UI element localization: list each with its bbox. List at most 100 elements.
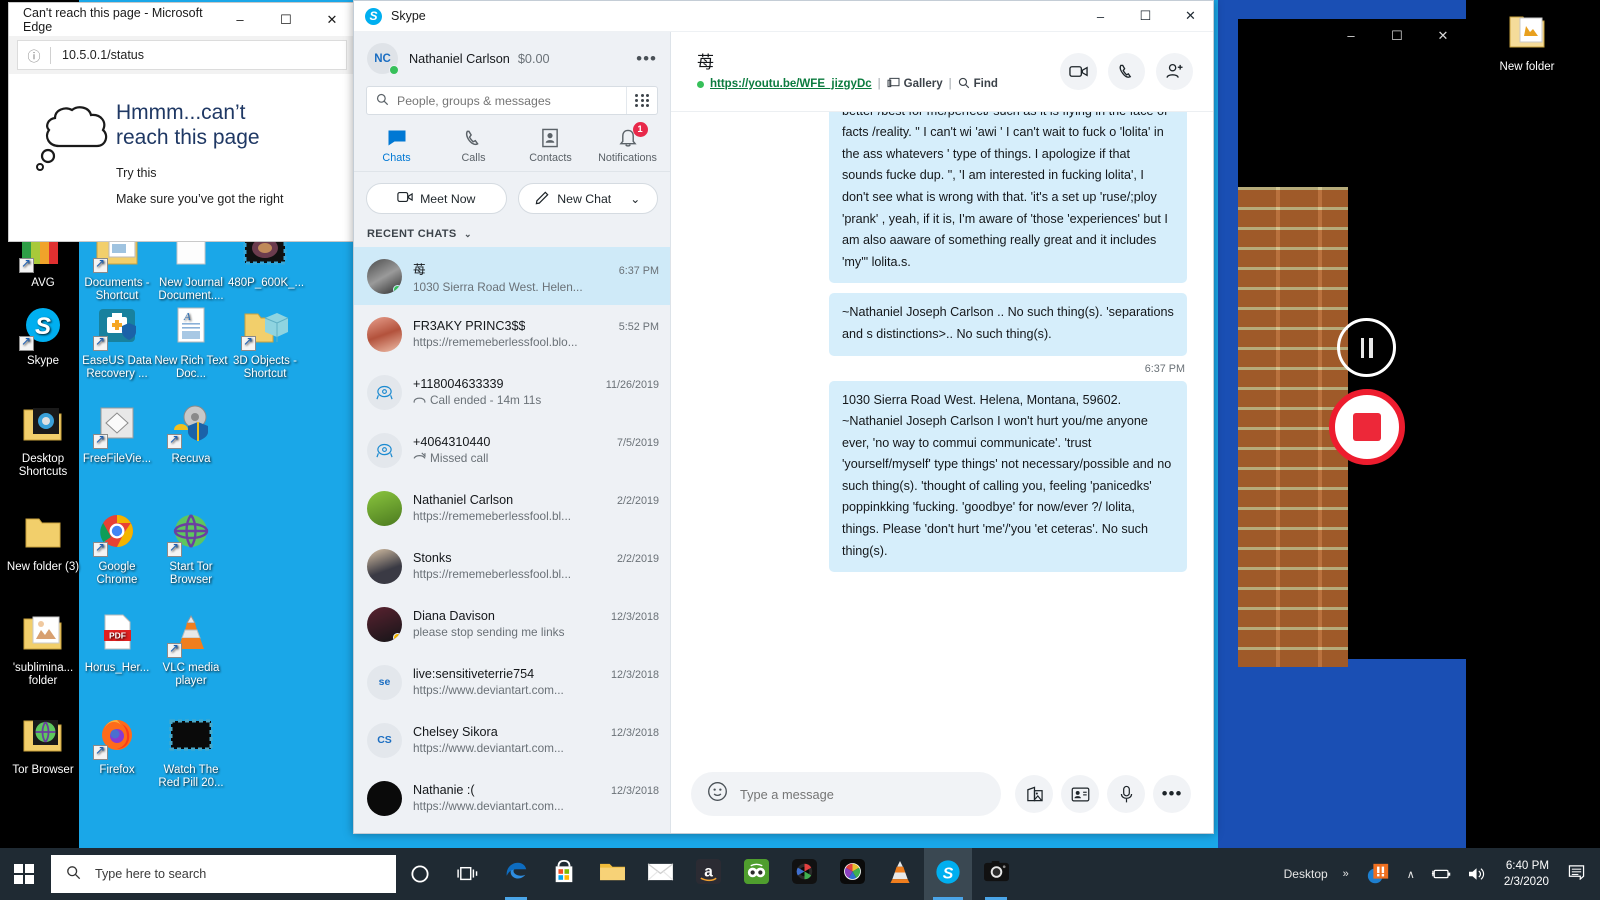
chat-list-item[interactable]: CS Chelsey Sikora 12/3/2018 https://www.dev… [354, 711, 670, 769]
add-person-button[interactable] [1156, 53, 1193, 90]
avg-alert-icon[interactable] [1358, 862, 1398, 886]
message-input-box[interactable] [691, 772, 1001, 816]
start-button[interactable] [0, 848, 48, 900]
desktop-icon[interactable]: 'sublimina... folder [6, 613, 80, 688]
chat-list-item[interactable]: Stonks 2/2/2019 https://rememeberlessfool.… [354, 537, 670, 595]
clock[interactable]: 6:40 PM 2/3/2020 [1494, 858, 1559, 890]
desktop-icon[interactable]: Google Chrome [80, 512, 154, 587]
gallery-button[interactable]: Gallery [887, 77, 943, 91]
dialpad-icon[interactable] [626, 87, 657, 114]
volume-icon[interactable] [1460, 866, 1494, 882]
meet-now-button[interactable]: Meet Now [366, 183, 507, 214]
message-bubble[interactable]: wonderfully/perfect//tllyys".iosijfs., I… [829, 112, 1187, 284]
desktop-icon[interactable]: 3D Objects - Shortcut [228, 306, 302, 381]
action-center-icon[interactable] [1559, 864, 1594, 884]
edge-url-box[interactable]: ⓘ 10.5.0.1/status [17, 40, 347, 70]
chat-list-item[interactable]: FR3AKY PRINC3$$ 5:52 PM https://rememeberl… [354, 305, 670, 363]
taskbar-search-box[interactable]: Type here to search [51, 855, 396, 893]
desktop-icon[interactable]: FreeFileVie... [80, 404, 154, 466]
microphone-button[interactable] [1107, 775, 1145, 813]
desktop-icon[interactable]: Watch The Red Pill 20... [154, 715, 228, 790]
skype-maximize-button[interactable]: ☐ [1123, 1, 1168, 32]
desktop-icon[interactable]: Firefox [80, 715, 154, 777]
recorder-maximize-button[interactable]: ☐ [1374, 19, 1420, 52]
sidebar-tab-calls[interactable]: Calls [435, 125, 512, 164]
new-chat-button[interactable]: New Chat ⌄ [517, 183, 658, 214]
sidebar-tab-chats[interactable]: Chats [358, 125, 435, 164]
recorder-minimize-button[interactable]: – [1328, 19, 1374, 52]
message-list[interactable]: wonderfully/perfect//tllyys".iosijfs., I… [671, 112, 1213, 755]
contact-card-button[interactable] [1061, 775, 1099, 813]
desktop-icon[interactable]: Desktop Shortcuts [6, 404, 80, 479]
message-input[interactable] [740, 786, 985, 802]
taskbar-app-vlc[interactable] [876, 848, 924, 900]
chevron-down-icon[interactable]: ⌄ [630, 192, 640, 206]
chat-list-item[interactable]: Diana Davison 12/3/2018 please stop sendin… [354, 595, 670, 653]
avatar-initials: NC [374, 52, 391, 65]
taskbar-app-mail[interactable] [636, 848, 684, 900]
find-button[interactable]: Find [958, 77, 998, 92]
more-options-button[interactable]: ••• [1153, 775, 1191, 813]
desktop-icon[interactable]: VLC media player [154, 613, 228, 688]
taskbar-app-camera[interactable] [972, 848, 1020, 900]
message-bubble[interactable]: ~Nathaniel Joseph Carlson .. No such thi… [829, 293, 1187, 356]
desktop-icon[interactable]: PDF Horus_Her... [80, 613, 154, 675]
search-box[interactable] [366, 86, 658, 115]
edge-maximize-button[interactable]: ☐ [263, 3, 309, 36]
desktop-icon[interactable]: Tor Browser [6, 715, 80, 777]
chat-item-name: Stonks [413, 551, 452, 565]
video-call-button[interactable] [1060, 53, 1097, 90]
battery-icon[interactable] [1424, 867, 1460, 881]
desktop-icon[interactable]: S Skype [6, 306, 80, 368]
recent-chats-header[interactable]: RECENT CHATS ⌄ [354, 224, 670, 247]
taskbar-app-microsoft-store[interactable] [540, 848, 588, 900]
edge-close-button[interactable]: ✕ [309, 3, 355, 36]
sidebar-tab-contacts[interactable]: Contacts [512, 125, 589, 164]
profile-more-button[interactable]: ••• [636, 49, 657, 69]
desktop-icon[interactable]: Recuva [154, 404, 228, 466]
message-bubble[interactable]: 1030 Sierra Road West. Helena, Montana, … [829, 380, 1187, 573]
search-icon [958, 77, 970, 92]
skype-window[interactable]: S Skype – ☐ ✕ NC Nathaniel Carlson $0.00… [353, 0, 1214, 834]
image-button[interactable] [1015, 775, 1053, 813]
chevron-up-icon[interactable]: ∧ [1398, 868, 1424, 881]
chat-list-item[interactable]: Nathanie :(12/3/2018 https://www.devianta… [354, 769, 670, 827]
recorder-close-button[interactable]: ✕ [1420, 19, 1466, 52]
stop-button[interactable] [1329, 389, 1405, 465]
search-input[interactable] [397, 93, 626, 108]
task-view-icon[interactable] [444, 848, 492, 900]
tray-overflow-button[interactable]: » [1334, 868, 1358, 880]
taskbar-app-photo-app[interactable] [828, 848, 876, 900]
chat-list-item[interactable]: Nathaniel Carlson 2/2/2019 https://rememeb… [354, 479, 670, 537]
chat-list-item[interactable]: 苺 6:37 PM 1030 Sierra Road West. Helen... [354, 247, 670, 305]
taskbar-app-edge[interactable] [492, 848, 540, 900]
edge-minimize-button[interactable]: – [217, 3, 263, 36]
desktop-icon[interactable]: EaseUS Data Recovery ... [80, 306, 154, 381]
conversation-link[interactable]: https://youtu.be/WFE_jizgyDc [710, 78, 872, 90]
cortana-icon[interactable] [396, 848, 444, 900]
profile-row[interactable]: NC Nathaniel Carlson $0.00 ••• [354, 32, 670, 80]
emoji-icon[interactable] [707, 781, 728, 807]
desktop-icon[interactable]: New folder (3) [6, 512, 80, 574]
taskbar-app-skype[interactable]: S [924, 848, 972, 900]
taskbar-app-amazon[interactable]: a [684, 848, 732, 900]
chat-list-item[interactable]: +118004633339 11/26/2019 Call ended - 14m … [354, 363, 670, 421]
sidebar-tab-notifications[interactable]: Notifications 1 [589, 122, 666, 164]
avatar[interactable]: NC [367, 43, 399, 75]
taskbar-app-file-explorer[interactable] [588, 848, 636, 900]
pause-button[interactable] [1337, 318, 1396, 377]
desktop-icon[interactable]: New folder [1490, 12, 1564, 74]
desktop-icon[interactable]: A New Rich Text Doc... [154, 306, 228, 381]
chat-list-item[interactable]: +4064310440 7/5/2019 Missed call [354, 421, 670, 479]
taskbar-app-tripadvisor[interactable] [732, 848, 780, 900]
desktop-icon[interactable]: Start Tor Browser [154, 512, 228, 587]
chevron-down-icon[interactable]: ⌄ [464, 229, 472, 239]
chat-list-item[interactable]: se live:sensitiveterrie754 12/3/2018 https:… [354, 653, 670, 711]
audio-call-button[interactable] [1108, 53, 1145, 90]
skype-close-button[interactable]: ✕ [1168, 1, 1213, 32]
skype-minimize-button[interactable]: – [1078, 1, 1123, 32]
chat-list[interactable]: 苺 6:37 PM 1030 Sierra Road West. Helen... F… [354, 247, 670, 833]
taskbar-app-webcam-app[interactable] [780, 848, 828, 900]
show-desktop-label[interactable]: Desktop [1284, 867, 1334, 881]
edge-window[interactable]: Can't reach this page - Microsoft Edge –… [8, 2, 356, 242]
